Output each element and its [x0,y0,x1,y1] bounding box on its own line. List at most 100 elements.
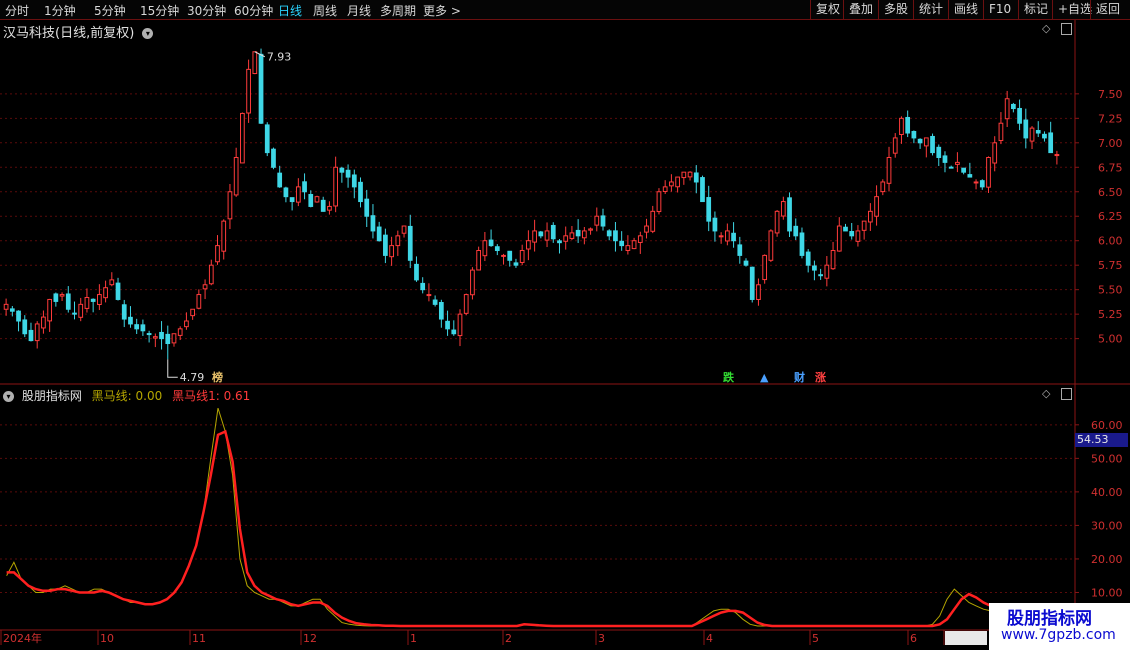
candle-body [588,228,593,231]
candle-body [1017,107,1022,124]
chart-canvas[interactable]: 5.00 5.25 5.50 5.75 6.00 6.25 6.50 6.75 7.00 7.25… [0,0,1130,650]
candlestick [917,138,923,149]
period-tab-multi[interactable]: 多周期 [380,2,416,19]
candlestick [731,222,736,248]
candlestick [65,286,71,313]
period-tab-monthly[interactable]: 月线 [347,2,371,19]
candle-body [1029,127,1035,142]
event-marker: 涨 [815,370,826,384]
chevron-down-icon[interactable]: ▾ [3,391,14,402]
candle-body [277,172,283,188]
indicator-value-readout: 54.53 [1075,433,1128,447]
time-axis-label: 2 [505,632,512,645]
candlestick [787,192,792,237]
candle-body [700,177,705,203]
candle-body [457,313,463,337]
candlestick [47,298,52,332]
chevron-down-icon[interactable]: ▾ [142,28,154,39]
candlestick [1048,121,1054,154]
candlestick [861,220,867,240]
candlestick [128,306,133,328]
mark-button[interactable]: 标记 [1018,0,1053,19]
candle-body [271,148,276,168]
candlestick [103,280,108,303]
candle-body [693,172,699,183]
period-tab-5min[interactable]: 5分钟 [94,2,126,19]
multi-stock-button[interactable]: 多股 [878,0,913,19]
f10-button[interactable]: F10 [983,0,1016,19]
candlestick [420,277,426,294]
fuquan-button[interactable]: 复权 [810,0,845,19]
candlestick [320,196,326,212]
candle-body [1011,103,1016,110]
max-price-pointer [254,51,266,58]
indicator-line2-label: 黑马线1: 0.61 [172,389,251,403]
candlestick [830,241,836,270]
candlestick [712,211,718,242]
candlestick [59,292,65,301]
candlestick [152,333,158,348]
period-tab-60min[interactable]: 60分钟 [234,2,273,19]
candle-body [3,303,9,310]
candle-body [134,324,140,330]
candle-body [184,320,189,328]
candlestick [90,298,96,313]
candle-body [159,331,164,340]
candlestick [799,227,805,259]
candle-body [973,181,979,184]
candlestick [383,228,388,264]
candle-body [376,226,382,242]
period-tab-1min[interactable]: 1分钟 [44,2,76,19]
candle-body [662,186,668,193]
period-tab-fenshi[interactable]: 分时 [5,2,29,19]
candle-body [780,201,786,217]
draw-line-button[interactable]: 画线 [948,0,983,19]
period-tab-15min[interactable]: 15分钟 [140,2,179,19]
period-tab-daily[interactable]: 日线 [278,2,302,19]
candle-body [613,230,618,242]
candle-body [351,174,357,188]
candle-body [202,284,208,290]
candle-body [295,186,301,203]
diamond-icon[interactable]: ◇ [1042,22,1050,35]
candlestick [681,171,687,185]
candlestick [631,237,637,250]
back-button[interactable]: 返回 [1090,0,1125,19]
price-tick-label: 7.00 [1098,137,1123,150]
time-axis-label: 4 [706,632,713,645]
candle-body [899,117,904,135]
diamond-icon[interactable]: ◇ [1042,387,1050,400]
candlestick [171,333,177,347]
candlestick [538,230,544,239]
candlestick [1004,90,1010,128]
candlestick [121,299,127,328]
panel-toggle-icon[interactable] [1061,388,1072,400]
candlestick [575,219,581,243]
indicator-tick-label: 50.00 [1091,452,1123,465]
candle-body [836,225,842,252]
candle-body [488,239,494,247]
event-marker: 榜 [212,370,223,384]
candlestick [190,308,196,320]
candle-body [1048,132,1054,154]
candle-body [320,199,326,212]
period-tab-weekly[interactable]: 周线 [313,2,337,19]
period-more-button[interactable]: 更多 > [423,2,461,19]
period-tab-30min[interactable]: 30分钟 [187,2,226,19]
candlestick [134,318,140,334]
candle-body [650,210,656,232]
statistics-button[interactable]: 统计 [913,0,948,19]
candle-body [675,176,680,188]
candlestick [314,195,320,203]
candlestick [407,214,413,269]
time-axis-label: 5 [812,632,819,645]
candle-body [712,217,718,232]
overlay-button[interactable]: 叠加 [843,0,878,19]
candle-body [911,130,917,139]
panel-toggle-icon[interactable] [1061,23,1072,35]
candle-body [407,225,413,261]
candlestick [470,267,475,300]
candle-body [327,205,332,211]
candle-body [513,262,519,266]
candlestick [874,185,879,226]
